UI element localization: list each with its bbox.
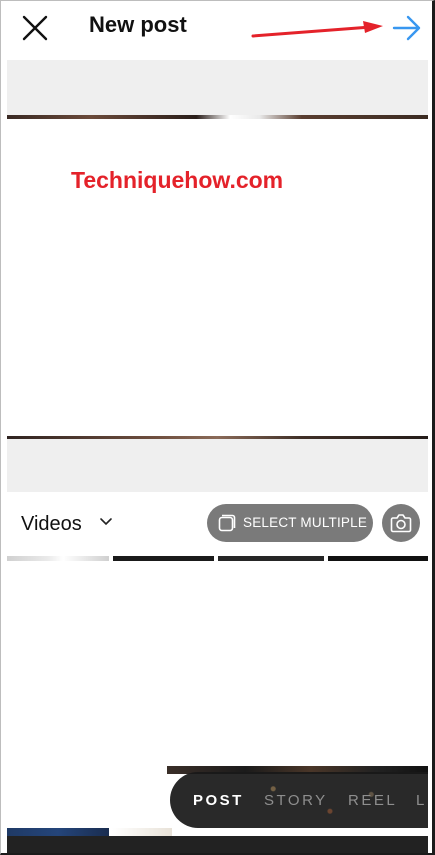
watermark-text: Techniquehow.com bbox=[71, 167, 284, 193]
stacked-squares-icon bbox=[218, 514, 236, 532]
select-multiple-label: SELECT MULTIPLE bbox=[243, 515, 368, 530]
page-title: New post bbox=[89, 12, 187, 37]
bottom-edge bbox=[7, 836, 428, 853]
mode-story[interactable]: STORY bbox=[264, 792, 328, 809]
arrow-right-icon[interactable] bbox=[391, 14, 423, 42]
mode-reel[interactable]: REEL bbox=[348, 792, 397, 809]
gallery-toolbar: Videos SELECT MULTIPLE bbox=[7, 492, 428, 556]
media-preview[interactable]: Techniquehow.com bbox=[7, 115, 428, 439]
preview-padding-top bbox=[7, 60, 428, 115]
grid-thumbnail-edge[interactable] bbox=[7, 828, 109, 836]
album-selector[interactable]: Videos bbox=[21, 513, 82, 536]
grid-thumbnail-edge[interactable] bbox=[218, 556, 324, 561]
select-multiple-button[interactable]: SELECT MULTIPLE bbox=[207, 504, 373, 542]
mode-post[interactable]: POST bbox=[193, 792, 244, 809]
close-icon[interactable] bbox=[21, 14, 49, 42]
mode-switcher: POST STORY REEL L bbox=[170, 772, 428, 828]
grid-thumbnail-edge[interactable] bbox=[112, 556, 214, 561]
top-bar: New post bbox=[7, 0, 428, 60]
camera-icon bbox=[390, 514, 412, 533]
grid-thumbnail-edge[interactable] bbox=[112, 828, 172, 836]
preview-padding-bottom bbox=[7, 439, 428, 492]
annotation-red-arrow bbox=[251, 21, 383, 38]
grid-divider bbox=[109, 556, 113, 836]
mode-live[interactable]: L bbox=[416, 792, 427, 809]
grid-thumbnail-edge[interactable] bbox=[7, 556, 109, 561]
chevron-down-icon[interactable] bbox=[99, 516, 113, 528]
preview-image-edge-top bbox=[7, 115, 428, 119]
grid-thumbnail-edge[interactable] bbox=[327, 556, 428, 561]
camera-button[interactable] bbox=[382, 504, 420, 542]
